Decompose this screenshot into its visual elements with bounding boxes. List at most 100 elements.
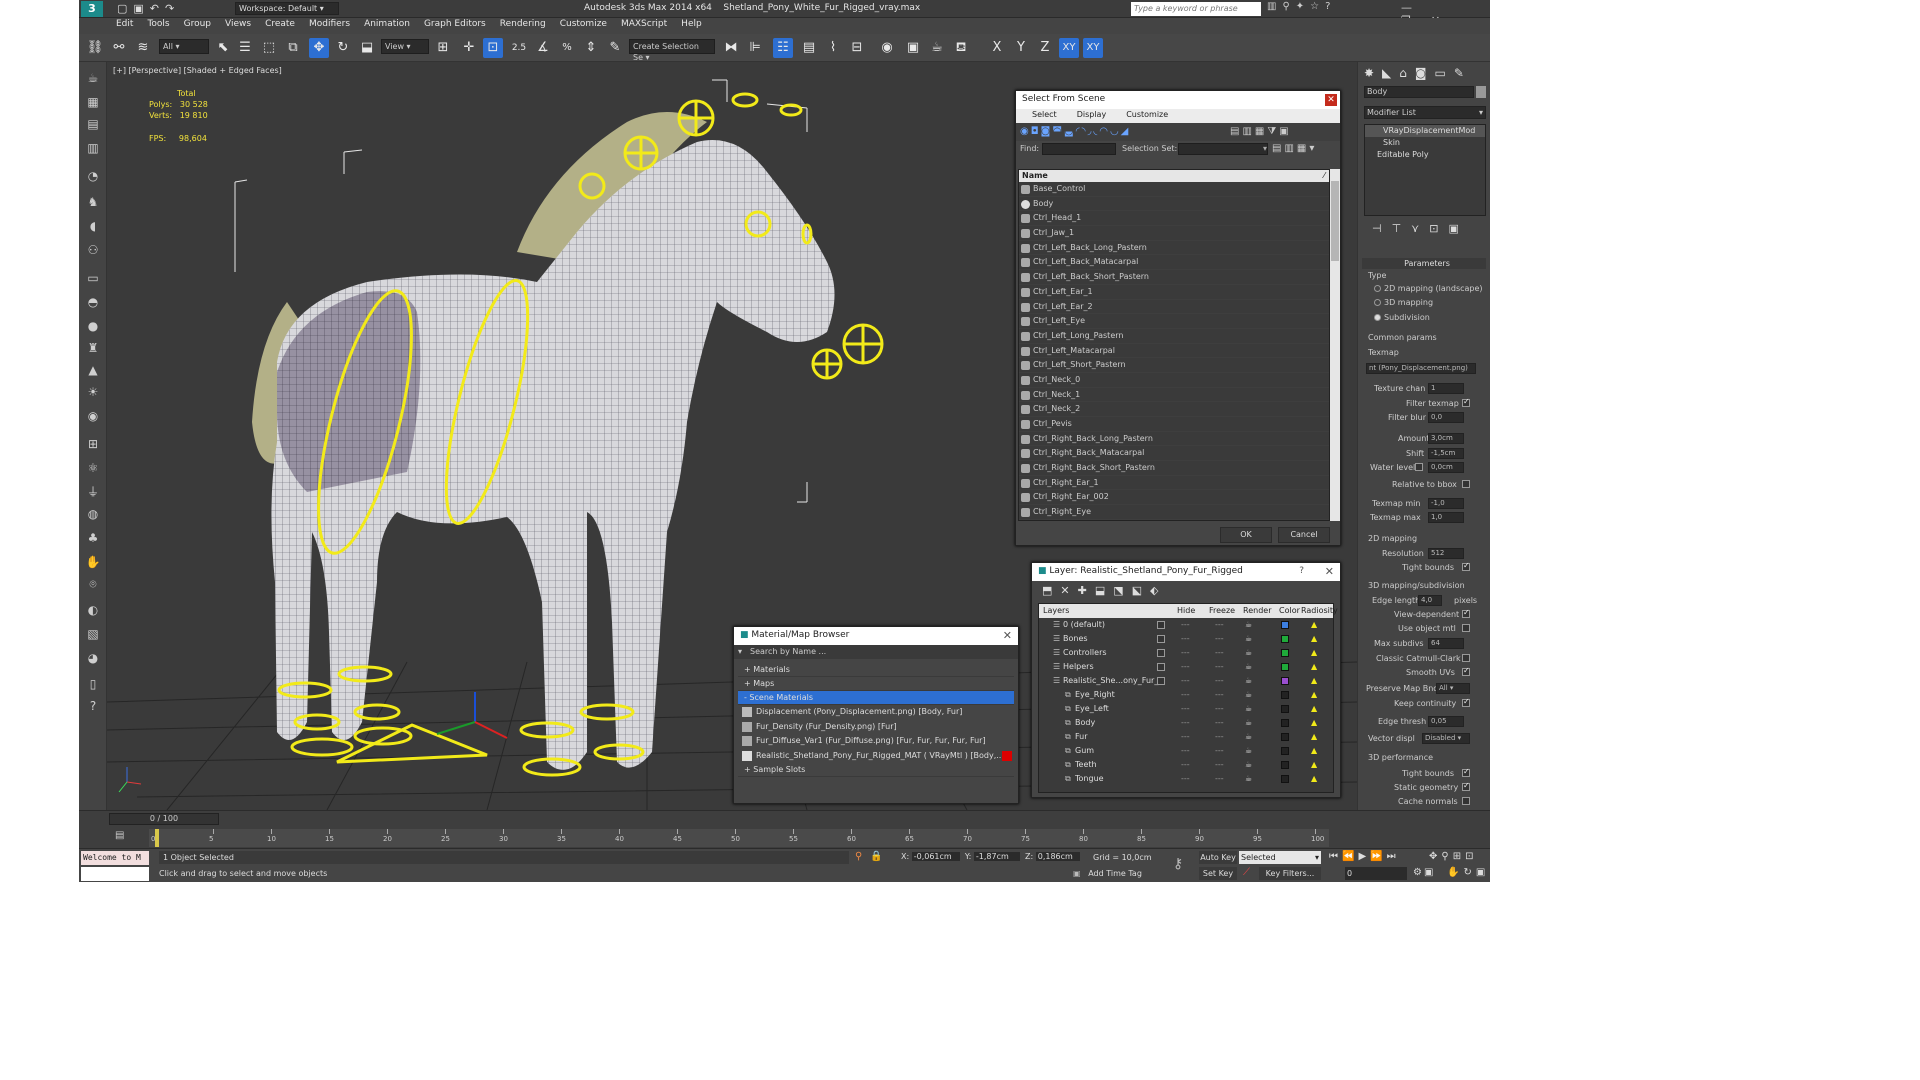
parameters-rollout[interactable]: Parameters [1362,258,1486,269]
shift-input[interactable]: -1,5cm [1428,448,1464,459]
pivot-icon[interactable]: ⊞ [433,38,453,58]
axis-z-button[interactable]: Z [1035,38,1055,58]
material-group-1[interactable]: + Maps [738,677,1014,691]
maxscript-listener[interactable]: Welcome to M [81,851,149,865]
layer-color-swatch[interactable] [1281,705,1289,713]
layer-active-checkbox[interactable] [1157,677,1165,685]
radiosity-icon[interactable]: ▲ [1311,758,1317,772]
layer-row[interactable]: ☰ Controllers --- --- ☕ ▲ [1039,646,1333,660]
hide-toggle[interactable]: --- [1181,758,1190,772]
scene-object-row[interactable]: Ctrl_Right_Back_Matacarpal [1019,446,1329,462]
layer-active-checkbox[interactable] [1157,621,1165,629]
help-icon[interactable]: ? [1299,566,1304,576]
edit-named-sel-icon[interactable]: ✎ [605,38,625,58]
menu-item-edit[interactable]: Edit [109,18,140,30]
mirror-icon[interactable]: ⧓ [721,38,741,58]
freeze-toggle[interactable]: --- [1215,660,1224,674]
dome-icon[interactable]: ◓ [83,292,103,312]
sun-icon[interactable]: ☀ [83,382,103,402]
document-icon[interactable]: ▯ [83,674,103,694]
hide-toggle[interactable]: --- [1181,744,1190,758]
menu-item-views[interactable]: Views [218,18,258,30]
freeze-toggle[interactable]: --- [1215,772,1224,786]
layer-color-swatch[interactable] [1281,761,1289,769]
hat-icon[interactable]: ♜ [83,338,103,358]
list-icon[interactable]: ▤ [83,114,103,134]
scene-object-row[interactable]: Base_Control [1019,182,1329,197]
layer-row[interactable]: ⧉ Eye_Left --- --- ☕ ▲ [1039,702,1333,716]
render-teapot-icon[interactable]: ☕ [1245,758,1252,772]
cache-normals-checkbox[interactable] [1462,797,1470,805]
menu-item-animation[interactable]: Animation [357,18,417,30]
layer-color-swatch[interactable] [1281,691,1289,699]
texmap-max-input[interactable]: 1,0 [1428,512,1464,523]
object-color-swatch[interactable] [1476,86,1486,98]
scene-object-row[interactable]: Ctrl_Jaw_1 [1019,226,1329,241]
menu-item-rendering[interactable]: Rendering [493,18,553,30]
stack-item-vraydisplacement[interactable]: VRayDisplacementMod [1365,125,1485,137]
water-level-checkbox[interactable] [1415,463,1423,471]
render-teapot-icon[interactable]: ☕ [1245,660,1252,674]
edge-thresh-input[interactable]: 0,05 [1428,716,1464,727]
x-coord-input[interactable]: -0,061cm [911,852,960,861]
sfs-view-icons[interactable]: ▤▥▦⧩▣ [1230,126,1292,137]
scene-object-row[interactable]: Ctrl_Neck_1 [1019,388,1329,403]
key-icon[interactable]: ⚷ [1173,856,1183,872]
material-row[interactable]: Fur_Density (Fur_Density.png) [Fur] [738,720,1014,735]
type-2d-radio[interactable] [1374,285,1381,292]
select-rotate-icon[interactable]: ↻ [333,38,353,58]
basket-icon[interactable]: ⌾ [83,574,103,594]
scene-object-row[interactable]: Body [1019,197,1329,212]
axis-xy-button[interactable]: XY [1059,38,1079,58]
texmap-button[interactable]: nt (Pony_Displacement.png) [1366,363,1476,374]
freeze-toggle[interactable]: --- [1215,744,1224,758]
layer-row[interactable]: ⧉ Teeth --- --- ☕ ▲ [1039,758,1333,772]
bind-spacewarp-icon[interactable]: ≋ [133,38,153,58]
tight-bounds-checkbox[interactable] [1462,561,1470,571]
layer-color-swatch[interactable] [1281,775,1289,783]
max-subdivs-input[interactable]: 64 [1428,638,1464,649]
stack-item-editable-poly[interactable]: Editable Poly [1365,149,1485,161]
modifier-stack[interactable]: VRayDisplacementMod Skin Editable Poly [1364,124,1486,216]
y-coord-input[interactable]: -1,87cm [973,852,1020,861]
menu-item-group[interactable]: Group [177,18,218,30]
key-set-dropdown[interactable]: Selected ▾ [1239,851,1321,864]
radiosity-icon[interactable]: ▲ [1311,772,1317,786]
tight-bounds-2-checkbox[interactable] [1462,767,1470,777]
scene-object-row[interactable]: Ctrl_Left_Back_Matacarpal [1019,255,1329,271]
quick-access-icons[interactable]: ▢▣↶↷ [117,2,180,15]
track-bar-icon[interactable]: ▤ [115,830,124,841]
material-row[interactable]: Realistic_Shetland_Pony_Fur_Rigged_MAT (… [738,749,1014,764]
render-teapot-icon[interactable]: ☕ [1245,730,1252,744]
render-teapot-icon[interactable]: ☕ [1245,632,1252,646]
hide-toggle[interactable]: --- [1181,716,1190,730]
radiosity-icon[interactable]: ▲ [1311,632,1317,646]
layer-row[interactable]: ⧉ Eye_Right --- --- ☕ ▲ [1039,688,1333,702]
selection-filter-dropdown[interactable]: All ▾ [159,39,209,54]
radiosity-icon[interactable]: ▲ [1311,660,1317,674]
layer-manager-icon[interactable]: ☷ [773,38,793,58]
type-subdivision-radio[interactable] [1374,314,1381,321]
name-column-header[interactable]: Name ⁄ [1019,170,1329,182]
box-icon[interactable]: ▭ [83,268,103,288]
render-production-icon[interactable]: ⛾ [951,38,971,58]
sound-icon[interactable]: ◖ [83,216,103,236]
hide-toggle[interactable]: --- [1181,646,1190,660]
radiosity-icon[interactable]: ▲ [1311,702,1317,716]
radiosity-icon[interactable]: ▲ [1311,744,1317,758]
layer-col-color[interactable]: Color [1279,606,1300,615]
radiosity-icon[interactable]: ▲ [1311,730,1317,744]
rect-selection-icon[interactable]: ⬚ [259,38,279,58]
freeze-toggle[interactable]: --- [1215,688,1224,702]
hide-toggle[interactable]: --- [1181,730,1190,744]
ribbon-icon[interactable]: ▤ [799,38,819,58]
scene-icon[interactable]: ▧ [83,624,103,644]
vector-displ-dropdown[interactable]: Disabled ▾ [1422,733,1470,744]
layer-color-swatch[interactable] [1281,621,1289,629]
menu-item-maxscript[interactable]: MAXScript [614,18,674,30]
view-dependent-checkbox[interactable] [1462,608,1470,618]
material-group-2[interactable]: - Scene Materials [738,691,1014,705]
scene-object-row[interactable]: Ctrl_Right_Eye [1019,505,1329,520]
axis-y-button[interactable]: Y [1011,38,1031,58]
key-filters-button[interactable]: Key Filters... [1259,867,1321,880]
